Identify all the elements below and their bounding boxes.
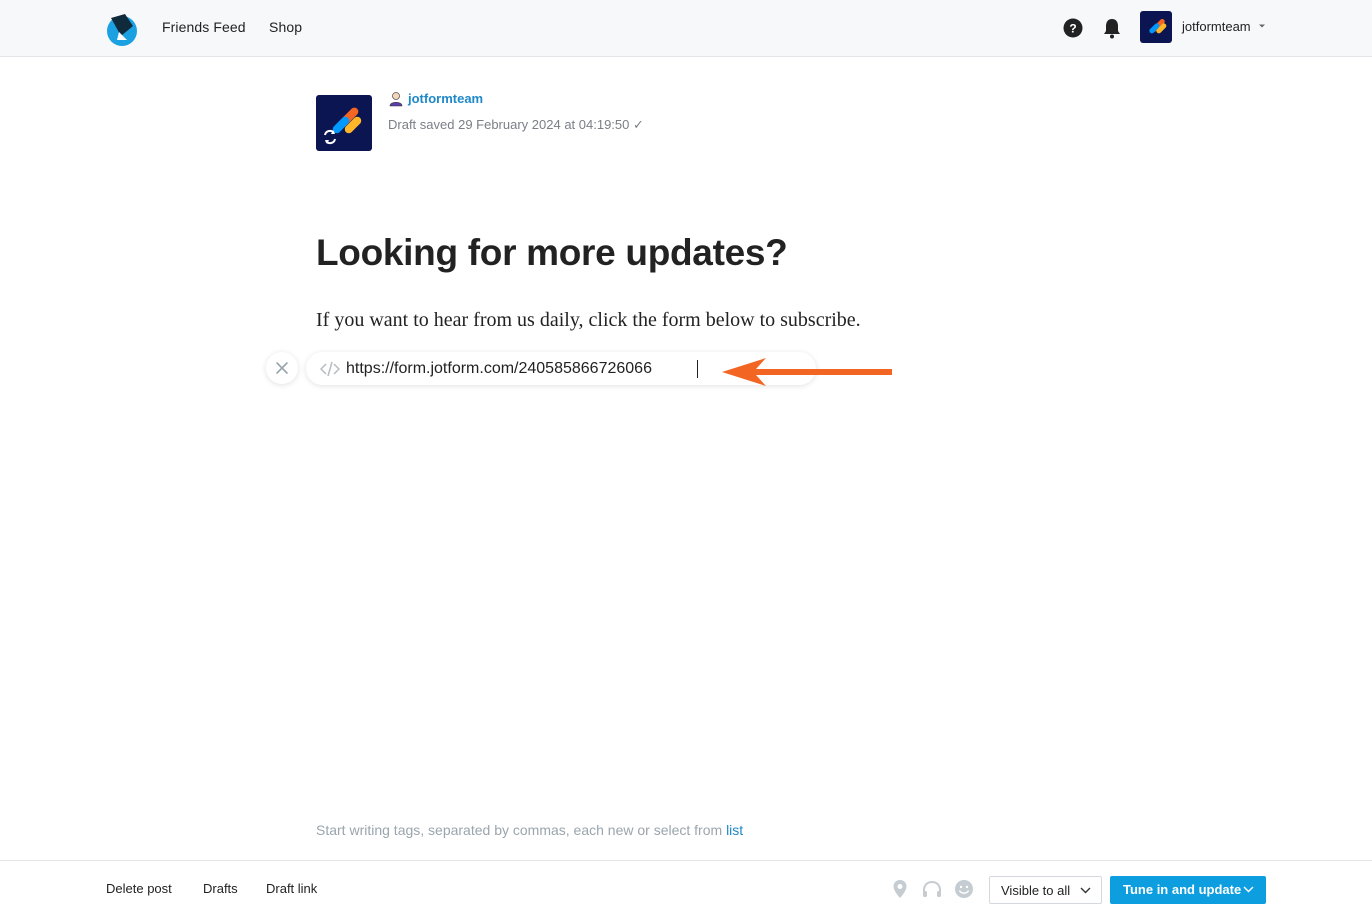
draft-link-button[interactable]: Draft link	[266, 881, 317, 896]
chevron-down-icon[interactable]	[1258, 23, 1266, 29]
draft-status: Draft saved 29 February 2024 at 04:19:50…	[388, 117, 644, 132]
close-icon	[276, 362, 288, 374]
bell-icon[interactable]	[1102, 17, 1122, 39]
author-badge-icon	[389, 92, 403, 107]
nav-friends-feed[interactable]: Friends Feed	[162, 19, 246, 35]
user-avatar[interactable]	[1140, 11, 1172, 43]
location-pin-icon[interactable]	[892, 879, 908, 899]
remove-embed-button[interactable]	[266, 352, 298, 384]
publish-label: Tune in and update	[1123, 882, 1242, 897]
user-name[interactable]: jotformteam	[1182, 19, 1251, 34]
annotation-arrow-icon	[722, 358, 892, 386]
publish-button[interactable]: Tune in and update	[1110, 876, 1266, 904]
headphones-icon[interactable]	[922, 880, 942, 898]
tags-hint-text: Start writing tags, separated by commas,…	[316, 822, 727, 838]
top-bar: Friends Feed Shop ? jotformteam	[0, 0, 1372, 57]
nav-shop[interactable]: Shop	[269, 19, 302, 35]
bottom-toolbar: Delete post Drafts Draft link Visible to…	[0, 860, 1372, 917]
smile-icon[interactable]	[954, 879, 974, 899]
delete-post-button[interactable]: Delete post	[106, 881, 172, 896]
svg-text:?: ?	[1069, 22, 1076, 36]
chevron-down-icon	[1080, 887, 1091, 894]
post-title[interactable]: Looking for more updates?	[316, 232, 788, 274]
chevron-down-icon	[1243, 886, 1254, 893]
logo-icon[interactable]	[105, 12, 139, 46]
help-icon[interactable]: ?	[1063, 18, 1083, 38]
author-avatar	[316, 95, 372, 151]
post-body[interactable]: If you want to hear from us daily, click…	[316, 309, 861, 332]
author-name[interactable]: jotformteam	[408, 91, 483, 106]
tags-list-link[interactable]: list	[726, 822, 743, 838]
visibility-label: Visible to all	[1001, 883, 1071, 898]
text-caret	[697, 360, 698, 378]
visibility-select[interactable]: Visible to all	[989, 876, 1102, 904]
code-icon	[320, 361, 340, 377]
drafts-button[interactable]: Drafts	[203, 881, 238, 896]
tags-input[interactable]: Start writing tags, separated by commas,…	[316, 822, 743, 838]
